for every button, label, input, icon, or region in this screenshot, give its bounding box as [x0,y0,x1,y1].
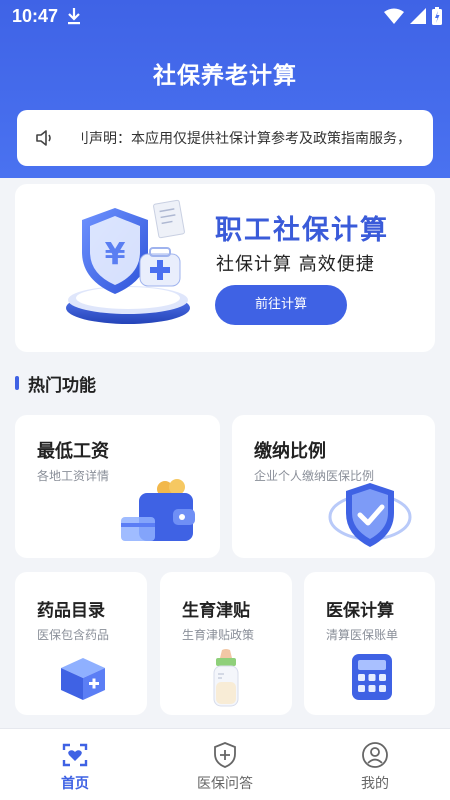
card-subtitle: 清算医保账单 [326,628,399,642]
shield-yuan-icon: ¥ [66,199,190,324]
section-accent-bar [15,376,19,390]
medicine-box-icon [61,658,105,700]
section-title: 热门功能 [28,375,96,396]
baby-bottle-icon [213,649,239,707]
bottom-tab-bar: 首页 医保问答 我的 [0,728,450,800]
hero-card[interactable]: ¥ 职工社保计算 社保计算 高效便捷 前往计算 [15,184,435,352]
tab-label: 我的 [361,776,389,792]
tab-medical-qa[interactable]: 医保问答 [150,729,300,800]
feature-card-drug-catalog[interactable]: 药品目录 医保包含药品 [15,572,147,715]
go-calculate-button[interactable]: 前往计算 [215,285,347,325]
tab-label: 医保问答 [197,776,253,792]
wifi-icon [384,8,404,24]
tab-mine[interactable]: 我的 [300,729,450,800]
status-bar: 10:47 [0,0,450,32]
tab-label: 首页 [61,776,89,792]
battery-icon [432,7,442,25]
card-title: 生育津贴 [182,601,250,621]
feature-card-payment-ratio[interactable]: 缴纳比例 企业个人缴纳医保比例 [232,415,435,558]
signal-icon [410,8,426,24]
home-heart-icon [62,743,88,767]
wallet-icon [121,479,195,541]
card-subtitle: 生育津贴政策 [182,628,255,642]
card-title: 缴纳比例 [254,441,326,462]
download-icon [68,8,80,25]
feature-card-min-wage[interactable]: 最低工资 各地工资详情 [15,415,220,558]
section-header: 热门功能 [15,372,96,396]
notice-bar[interactable]: 刂声明：本应用仅提供社保计算参考及政策指南服务， [17,110,433,166]
card-title: 药品目录 [37,601,105,621]
system-icons [384,7,442,25]
svg-text:¥: ¥ [105,237,126,272]
calculator-icon [352,654,392,700]
card-title: 医保计算 [326,601,394,621]
shield-check-icon [328,483,412,547]
hero-subtitle: 社保计算 高效便捷 [216,254,375,275]
feature-card-medical-calc[interactable]: 医保计算 清算医保账单 [304,572,435,715]
notice-text: 刂声明：本应用仅提供社保计算参考及政策指南服务， [75,131,411,147]
page-title: 社保养老计算 [153,63,297,89]
feature-card-maternity-allowance[interactable]: 生育津贴 生育津贴政策 [160,572,292,715]
card-subtitle: 医保包含药品 [37,628,110,642]
user-icon [362,742,388,768]
card-title: 最低工资 [37,441,109,462]
shield-plus-icon [214,742,236,768]
tab-home[interactable]: 首页 [0,729,150,800]
hero-title: 职工社保计算 [215,215,389,246]
speaker-icon [36,130,51,146]
card-subtitle: 各地工资详情 [37,469,110,483]
status-time: 10:47 [12,6,59,26]
